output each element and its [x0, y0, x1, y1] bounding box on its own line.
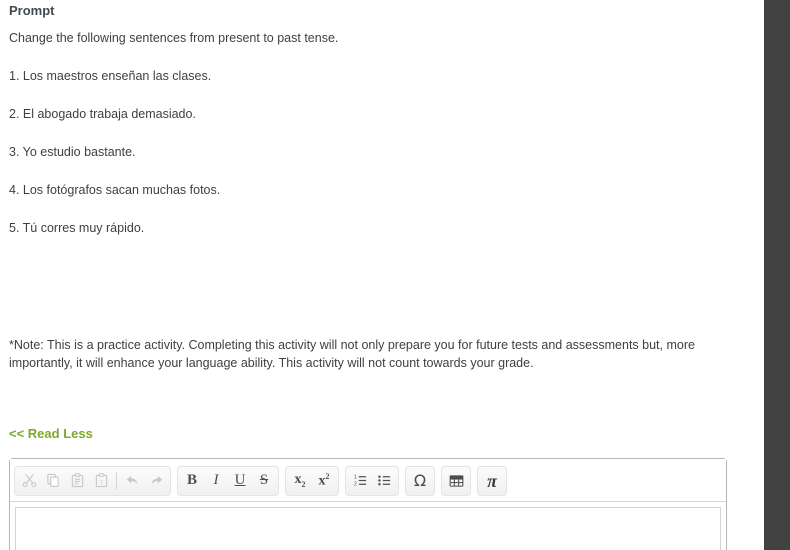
bold-icon: B — [186, 472, 197, 488]
redo-button[interactable] — [144, 468, 168, 494]
undo-button[interactable] — [120, 468, 144, 494]
toolbar-group-math: π — [477, 465, 507, 496]
pi-icon: π — [487, 470, 497, 491]
special-character-button[interactable]: Ω — [408, 468, 432, 494]
italic-button[interactable]: I — [204, 468, 228, 494]
copy-button[interactable] — [41, 468, 65, 494]
practice-note: *Note: This is a practice activity. Comp… — [9, 338, 695, 370]
scissors-icon — [22, 473, 37, 488]
strikethrough-icon: S — [259, 472, 269, 488]
toolbar-group-lists: 1 2 — [345, 465, 399, 496]
page-right-gutter — [764, 0, 790, 550]
underline-icon: U — [234, 472, 246, 488]
page-root: Prompt Change the following sentences fr… — [0, 0, 790, 550]
omega-icon: Ω — [413, 470, 427, 490]
toolbar-group-clipboard: T — [14, 465, 171, 496]
prompt-sentence-3: 3. Yo estudio bastante. — [9, 145, 136, 159]
cut-button[interactable] — [17, 468, 41, 494]
paste-as-text-button[interactable]: T — [89, 468, 113, 494]
subscript-icon: x2 — [294, 471, 306, 489]
svg-text:1: 1 — [353, 475, 356, 481]
toolbar-group-script-styles: x2 x2 — [285, 465, 339, 496]
rich-text-editor: T B I U S x2 x2 1 2 Ω π — [9, 458, 727, 550]
undo-arrow-icon — [125, 473, 140, 488]
toolbar-group-table — [441, 465, 471, 496]
page-title: Prompt — [9, 3, 55, 18]
underline-button[interactable]: U — [228, 468, 252, 494]
copy-icon — [46, 473, 61, 488]
prompt-sentence-4: 4. Los fotógrafos sacan muchas fotos. — [9, 183, 221, 197]
bulleted-list-button[interactable] — [372, 468, 396, 494]
strikethrough-button[interactable]: S — [252, 468, 276, 494]
bulleted-list-icon — [377, 473, 392, 488]
table-button[interactable] — [444, 468, 468, 494]
prompt-sentence-5: 5. Tú corres muy rápido. — [9, 221, 145, 235]
toolbar-group-special-char: Ω — [405, 465, 435, 496]
prompt-instruction: Change the following sentences from pres… — [9, 31, 339, 45]
read-less-link[interactable]: << Read Less — [8, 426, 93, 442]
prompt-sentence-2: 2. El abogado trabaja demasiado. — [9, 107, 196, 121]
numbered-list-button[interactable]: 1 2 — [348, 468, 372, 494]
math-button[interactable]: π — [480, 468, 504, 494]
paste-text-icon: T — [94, 473, 109, 488]
italic-icon: I — [213, 472, 219, 488]
svg-text:2: 2 — [353, 482, 356, 488]
editor-toolbar: T B I U S x2 x2 1 2 Ω π — [10, 459, 726, 502]
toolbar-group-basic-styles: B I U S — [177, 465, 279, 496]
subscript-button[interactable]: x2 — [288, 468, 312, 494]
prompt-sentence-1: 1. Los maestros enseñan las clases. — [9, 69, 212, 83]
editor-text-area[interactable] — [15, 507, 721, 550]
toolbar-separator — [116, 471, 117, 490]
redo-arrow-icon — [149, 473, 164, 488]
numbered-list-icon: 1 2 — [353, 473, 368, 488]
bold-button[interactable]: B — [180, 468, 204, 494]
superscript-button[interactable]: x2 — [312, 468, 336, 494]
svg-text:T: T — [99, 479, 103, 486]
paste-button[interactable] — [65, 468, 89, 494]
table-icon — [449, 474, 464, 488]
superscript-icon: x2 — [318, 471, 330, 489]
paste-icon — [70, 473, 85, 488]
